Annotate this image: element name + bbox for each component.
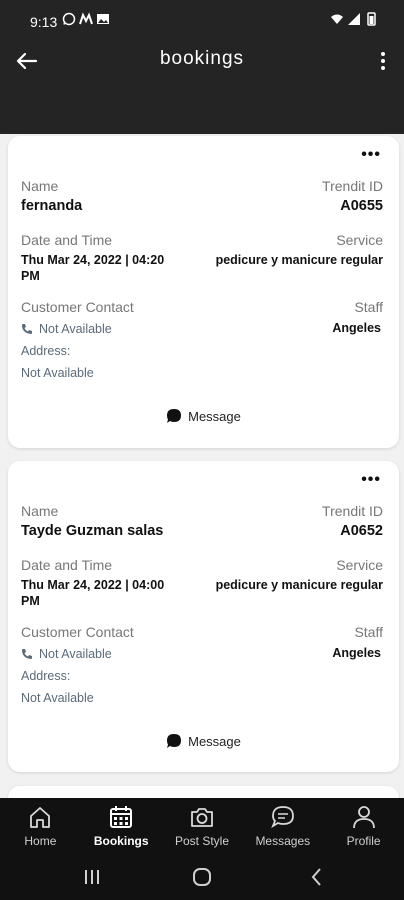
nav-messages-label: Messages (255, 834, 311, 848)
customer-contact-label: Customer Contact (21, 299, 134, 315)
staff-value: Angeles (332, 646, 381, 660)
nav-post-style[interactable]: Post Style (162, 798, 243, 853)
profile-icon (352, 806, 375, 829)
battery-icon (367, 12, 376, 26)
message-label: Message (188, 408, 241, 424)
page-title: bookings (159, 48, 245, 69)
datetime-label: Date and Time (21, 557, 113, 573)
booking-card[interactable]: ••• Name fernanda Trendit ID A0655 Date … (8, 136, 399, 448)
phone-icon (22, 324, 32, 334)
datetime-line-1: Thu Mar 24, 2022 | 04:20 (21, 253, 165, 267)
chat-bubble-icon (167, 734, 182, 748)
staff-label: Staff (354, 624, 383, 640)
address-label: Address: (21, 344, 71, 358)
nav-home-label: Home (24, 834, 57, 848)
message-button[interactable]: Message (8, 408, 399, 424)
address-value: Not Available (21, 691, 94, 705)
service-value: pedicure y manicure regular (215, 578, 383, 592)
staff-value: Angeles (332, 321, 381, 335)
name-label: Name (21, 178, 59, 194)
staff-label: Staff (354, 299, 383, 315)
phone-value: Not Available (39, 647, 112, 661)
message-label: Message (188, 733, 241, 749)
card-more-button[interactable]: ••• (361, 147, 381, 163)
customer-contact-label: Customer Contact (21, 624, 134, 640)
datetime-value: Thu Mar 24, 2022 | 04:20 PM (21, 252, 164, 284)
phone-icon (22, 649, 32, 659)
camera-icon (191, 808, 213, 827)
status-left-icons (62, 12, 110, 26)
bookings-list[interactable]: ••• Name fernanda Trendit ID A0655 Date … (0, 134, 404, 798)
phone-value: Not Available (39, 322, 112, 336)
name-label: Name (21, 503, 59, 519)
recents-icon[interactable] (80, 865, 104, 889)
service-label: Service (336, 232, 383, 248)
service-label: Service (336, 557, 383, 573)
datetime-line-2: PM (21, 269, 40, 283)
datetime-value: Thu Mar 24, 2022 | 04:00 PM (21, 577, 164, 609)
home-circle-icon[interactable] (190, 865, 214, 889)
booking-card-partial[interactable] (8, 786, 399, 798)
datetime-line-2: PM (21, 594, 40, 608)
signal-icon (348, 13, 360, 25)
phone-row[interactable]: Not Available (21, 322, 112, 336)
booking-card[interactable]: ••• Name Tayde Guzman salas Trendit ID A… (8, 461, 399, 772)
message-button[interactable]: Message (8, 733, 399, 749)
customer-name: fernanda (21, 198, 83, 214)
status-right-icons (330, 12, 378, 26)
system-nav-bar (0, 853, 404, 900)
wifi-icon (331, 14, 343, 24)
customer-name: Tayde Guzman salas (21, 523, 164, 539)
card-more-button[interactable]: ••• (361, 472, 381, 488)
nav-profile-label: Profile (346, 834, 381, 848)
nav-messages[interactable]: Messages (242, 798, 323, 853)
chat-bubble-icon (167, 409, 182, 423)
phone-row[interactable]: Not Available (21, 647, 112, 661)
app-header: bookings (0, 42, 404, 134)
address-label: Address: (21, 669, 71, 683)
nav-bookings[interactable]: Bookings (81, 798, 162, 853)
nav-post-style-label: Post Style (174, 834, 229, 848)
bottom-nav: Home Bookings Post Style Messages Profil… (0, 798, 404, 853)
status-bar: 9:13 (0, 0, 404, 42)
calendar-icon (110, 806, 133, 828)
whatsapp-icon (62, 12, 76, 26)
trendit-id-label: Trendit ID (322, 503, 383, 519)
system-back-icon[interactable] (305, 865, 329, 889)
trendit-id: A0652 (340, 523, 383, 539)
datetime-line-1: Thu Mar 24, 2022 | 04:00 (21, 578, 165, 592)
trendit-id: A0655 (340, 198, 383, 214)
messages-icon (270, 806, 294, 829)
nav-profile[interactable]: Profile (323, 798, 404, 853)
datetime-label: Date and Time (21, 232, 113, 248)
nav-bookings-label: Bookings (93, 834, 149, 848)
nav-home[interactable]: Home (0, 798, 81, 853)
app-m-icon (79, 12, 93, 25)
overflow-menu-icon[interactable] (378, 50, 388, 72)
service-value: pedicure y manicure regular (215, 253, 383, 267)
home-icon (30, 807, 51, 828)
gallery-icon (97, 14, 109, 24)
status-time: 9:13 (30, 14, 58, 30)
trendit-id-label: Trendit ID (322, 178, 383, 194)
address-value: Not Available (21, 366, 94, 380)
